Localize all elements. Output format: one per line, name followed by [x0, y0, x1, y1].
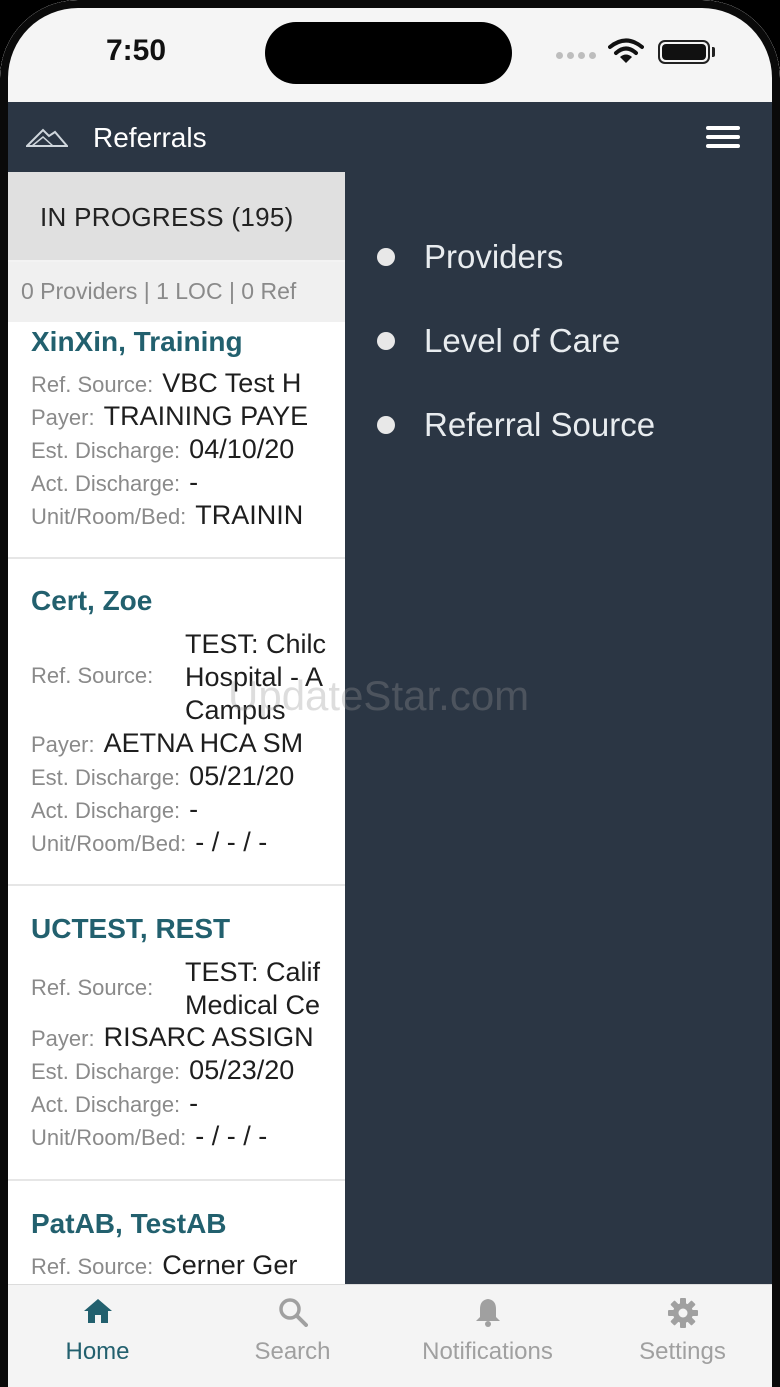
- referral-card[interactable]: XinXin, Training Ref. Source: VBC Test H…: [0, 322, 345, 559]
- nav-search[interactable]: Search: [195, 1285, 390, 1387]
- unit-room-bed-row: Unit/Room/Bed: - / - / -: [31, 1121, 268, 1151]
- ref-source-value: Cerner Ger: [162, 1250, 298, 1280]
- status-tabs: IN PROGRESS (195): [0, 172, 345, 260]
- nav-notifications[interactable]: Notifications: [390, 1285, 585, 1387]
- est-discharge-value: 05/21/20: [189, 761, 295, 791]
- patient-name[interactable]: PatAB, TestAB: [31, 1208, 227, 1240]
- act-discharge-value: -: [189, 467, 199, 497]
- bullet-icon: [377, 332, 395, 350]
- payer-value: AETNA HCA SM: [103, 728, 304, 758]
- referral-card[interactable]: PatAB, TestAB Ref. Source: Cerner Ger: [0, 1181, 345, 1284]
- patient-name[interactable]: Cert, Zoe: [31, 585, 152, 617]
- est-discharge-row: Est. Discharge: 05/21/20: [31, 761, 295, 791]
- act-discharge-row: Act. Discharge: -: [31, 1088, 199, 1118]
- referral-card[interactable]: UCTEST, REST TEST: Calif Medical Ce Ref.…: [0, 886, 345, 1181]
- nav-home[interactable]: Home: [0, 1285, 195, 1387]
- ref-source-value: TEST: Calif Medical Ce: [185, 957, 321, 1020]
- status-time: 7:50: [106, 34, 167, 67]
- payer-row: Payer: RISARC ASSIGN: [31, 1022, 314, 1052]
- filter-summary[interactable]: 0 Providers | 1 LOC | 0 Ref: [0, 262, 345, 322]
- referral-list: XinXin, Training Ref. Source: VBC Test H…: [0, 322, 345, 1284]
- tab-in-progress[interactable]: IN PROGRESS (195): [40, 202, 294, 233]
- nav-settings[interactable]: Settings: [585, 1285, 780, 1387]
- patient-name[interactable]: XinXin, Training: [31, 326, 243, 358]
- ref-source-row: Ref. Source:: [31, 975, 154, 1000]
- menu-item-providers[interactable]: Providers: [377, 238, 563, 276]
- act-discharge-row: Act. Discharge: -: [31, 794, 199, 824]
- unit-room-bed-value: TRAININ: [195, 500, 304, 530]
- est-discharge-row: Est. Discharge: 04/10/20: [31, 434, 295, 464]
- bell-icon: [475, 1299, 500, 1327]
- unit-room-bed-value: - / - / -: [195, 827, 268, 857]
- ref-source-value: VBC Test H: [162, 368, 302, 398]
- home-icon: [83, 1299, 112, 1323]
- page-title: Referrals: [93, 122, 207, 153]
- status-bar: 7:50: [0, 0, 780, 102]
- act-discharge-value: -: [189, 794, 199, 824]
- gear-icon: [667, 1298, 698, 1328]
- act-discharge-row: Act. Discharge: -: [31, 467, 199, 497]
- battery-icon: [658, 40, 710, 64]
- bullet-icon: [377, 416, 395, 434]
- logo-icon: [26, 128, 68, 147]
- filter-summary-text: 0 Providers | 1 LOC | 0 Ref: [21, 278, 297, 304]
- payer-value: TRAINING PAYE: [103, 401, 309, 431]
- referral-card[interactable]: Cert, Zoe TEST: Chilc Hospital - A Campu…: [0, 559, 345, 886]
- filter-side-menu: Providers Level of Care Referral Source: [345, 172, 780, 1284]
- unit-room-bed-value: - / - / -: [195, 1121, 268, 1151]
- payer-value: RISARC ASSIGN: [103, 1022, 314, 1052]
- payer-row: Payer: TRAINING PAYE: [31, 401, 309, 431]
- app-header: Referrals: [0, 102, 780, 172]
- est-discharge-row: Est. Discharge: 05/23/20: [31, 1055, 295, 1085]
- act-discharge-value: -: [189, 1088, 199, 1118]
- menu-item-referral-source[interactable]: Referral Source: [377, 406, 655, 444]
- dynamic-island: [265, 22, 512, 84]
- ref-source-value: TEST: Chilc Hospital - A Campus: [185, 629, 327, 725]
- search-icon: [278, 1298, 308, 1327]
- bottom-nav: Home Search Notifications Settings: [0, 1284, 780, 1387]
- patient-name[interactable]: UCTEST, REST: [31, 913, 230, 945]
- cellular-signal-icon: [556, 52, 596, 59]
- ref-source-row: Ref. Source: Cerner Ger: [31, 1250, 298, 1280]
- phone-screen: 7:50 Referrals IN PROGRESS (195) 0 Provi…: [0, 0, 780, 1387]
- ref-source-row: Ref. Source:: [31, 663, 154, 688]
- bullet-icon: [377, 248, 395, 266]
- unit-room-bed-row: Unit/Room/Bed: TRAININ: [31, 500, 304, 530]
- hamburger-menu-icon[interactable]: [706, 126, 740, 150]
- menu-item-level-of-care[interactable]: Level of Care: [377, 322, 620, 360]
- payer-row: Payer: AETNA HCA SM: [31, 728, 304, 758]
- ref-source-row: Ref. Source: VBC Test H: [31, 368, 302, 398]
- unit-room-bed-row: Unit/Room/Bed: - / - / -: [31, 827, 268, 857]
- est-discharge-value: 05/23/20: [189, 1055, 295, 1085]
- est-discharge-value: 04/10/20: [189, 434, 295, 464]
- wifi-icon: [608, 38, 644, 63]
